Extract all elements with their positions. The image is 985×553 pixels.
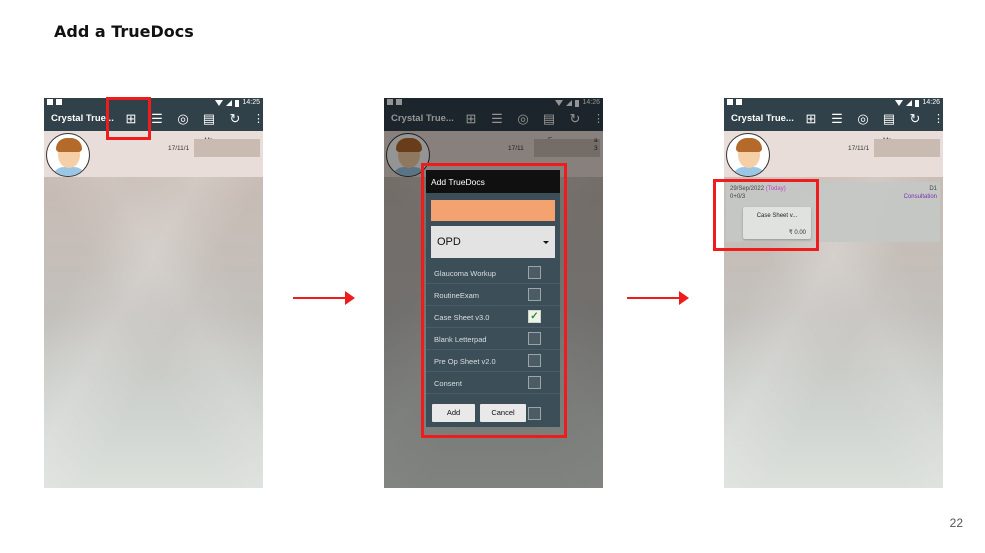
page-number: 22 — [949, 516, 963, 530]
checklist-icon[interactable]: ☰ — [829, 111, 845, 127]
clock: 14:26 — [922, 99, 940, 106]
avatar — [726, 133, 770, 177]
highlight-add-button — [106, 97, 151, 140]
camera-icon[interactable]: ◎ — [175, 111, 191, 127]
checklist-icon[interactable]: ☰ — [489, 111, 505, 127]
sync-icon[interactable]: ↻ — [907, 111, 923, 127]
more-vert-icon[interactable]: ⋮ — [253, 111, 263, 127]
notification-icon — [47, 99, 53, 105]
battery-icon — [915, 99, 920, 107]
redacted-area — [534, 139, 600, 157]
card-type: Consultation — [903, 194, 937, 200]
patient-date: 17/11/1 — [168, 145, 190, 152]
camera-icon[interactable]: ◎ — [515, 111, 531, 127]
checklist-icon[interactable]: ☰ — [149, 111, 165, 127]
more-vert-icon[interactable]: ⋮ — [933, 111, 943, 127]
highlight-new-document — [713, 179, 819, 251]
redacted-area — [194, 139, 260, 157]
signal-icon — [566, 100, 573, 106]
add-document-icon[interactable]: ⊞ — [463, 111, 479, 127]
app-bar: Crystal True... ⊞ ☰ ◎ ▤ ↻ ⋮ — [724, 108, 943, 131]
app-title: Crystal True... — [391, 113, 454, 124]
sync-icon[interactable]: ↻ — [227, 111, 243, 127]
battery-icon — [575, 99, 580, 107]
print-icon[interactable]: ▤ — [541, 111, 557, 127]
app-bar: Crystal True... ⊞ ☰ ◎ ▤ ↻ ⋮ — [384, 108, 603, 131]
add-document-icon[interactable]: ⊞ — [803, 111, 819, 127]
sync-icon[interactable]: ↻ — [567, 111, 583, 127]
notification-icon — [736, 99, 742, 105]
highlight-dialog — [421, 163, 567, 438]
arrow-right-icon — [293, 291, 355, 305]
wifi-icon — [555, 100, 564, 106]
print-icon[interactable]: ▤ — [881, 111, 897, 127]
patient-date: 17/11/1 — [848, 145, 870, 152]
notification-icon — [396, 99, 402, 105]
patient-date-suffix: 3 — [594, 145, 598, 152]
patient-date: 17/11 — [508, 145, 524, 152]
card-code: D1 — [929, 186, 937, 192]
slide-title: Add a TrueDocs — [54, 22, 194, 41]
status-bar: 14:25 — [44, 98, 263, 108]
clock: 14:26 — [582, 99, 600, 106]
arrow-right-icon — [627, 291, 689, 305]
more-vert-icon[interactable]: ⋮ — [593, 111, 603, 127]
patient-name: F — [548, 137, 552, 144]
app-bar: Crystal True... ⊞ ☰ ◎ ▤ ↻ ⋮ — [44, 108, 263, 131]
signal-icon — [906, 100, 913, 106]
status-bar: 14:26 — [384, 98, 603, 108]
wifi-icon — [895, 100, 904, 106]
app-title: Crystal True... — [731, 113, 794, 124]
status-bar: 14:26 — [724, 98, 943, 108]
notification-icon — [727, 99, 733, 105]
patient-name-suffix: a — [594, 137, 598, 144]
phone-screen-3: 14:26 Crystal True... ⊞ ☰ ◎ ▤ ↻ ⋮ Mr. 17… — [724, 98, 943, 488]
phone-screen-1: 14:25 Crystal True... ⊞ ☰ ◎ ▤ ↻ ⋮ Mr 17/… — [44, 98, 263, 488]
clock: 14:25 — [242, 99, 260, 106]
signal-icon — [226, 100, 233, 106]
notification-icon — [387, 99, 393, 105]
battery-icon — [235, 99, 240, 107]
redacted-area — [874, 139, 940, 157]
patient-header: Mr 17/11/1 — [44, 131, 263, 177]
print-icon[interactable]: ▤ — [201, 111, 217, 127]
avatar — [46, 133, 90, 177]
camera-icon[interactable]: ◎ — [855, 111, 871, 127]
notification-icon — [56, 99, 62, 105]
app-title: Crystal True... — [51, 113, 114, 124]
patient-header: Mr. 17/11/1 — [724, 131, 943, 177]
wifi-icon — [215, 100, 224, 106]
